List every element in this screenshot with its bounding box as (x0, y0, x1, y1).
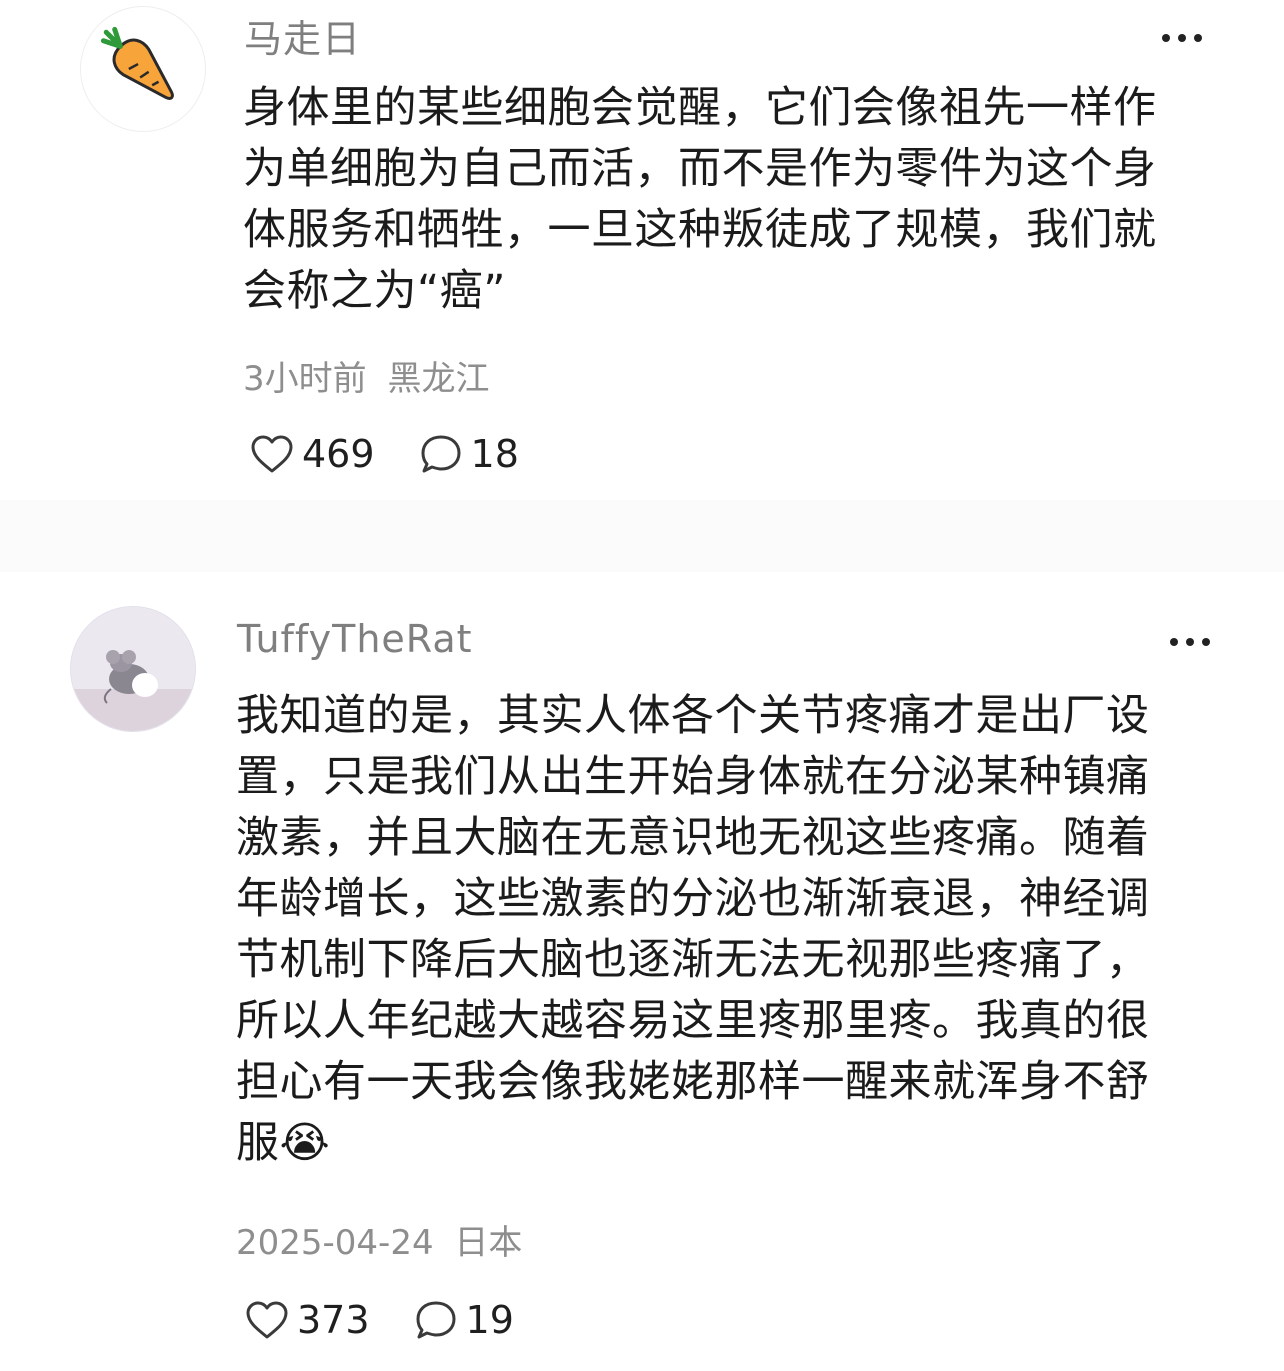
comment-line: 置，只是我们从出生开始身体就在分泌某种镇痛 (236, 752, 1150, 802)
heart-outline-icon (251, 435, 293, 473)
action-bar: 373 19 (245, 1298, 558, 1342)
card-divider (0, 500, 1284, 572)
like-count: 469 (302, 432, 375, 476)
username[interactable]: TuffyTheRat (237, 620, 473, 658)
reply-button[interactable]: 19 (414, 1299, 514, 1341)
location: 日本 (454, 1223, 523, 1263)
like-count: 373 (297, 1298, 370, 1342)
comment-line: 年龄增长，这些激素的分泌也渐渐衰退，神经调 (236, 874, 1150, 924)
comment-line: 我知道的是，其实人体各个关节疼痛才是出厂设 (236, 691, 1150, 741)
comment-line: 服😭 (236, 1118, 331, 1168)
comment-line: 担心有一天我会像我姥姥那样一醒来就浑身不舒 (236, 1057, 1150, 1107)
speech-bubble-icon (416, 1301, 456, 1339)
carrot-icon (100, 26, 174, 100)
comment-line: 身体里的某些细胞会觉醒，它们会像祖先一样作 (243, 83, 1157, 133)
avatar[interactable] (70, 606, 196, 732)
comment-card: TuffyTheRat 我知道的是，其实人体各个关节疼痛才是出厂设 置，只是我们… (50, 572, 1234, 1362)
timestamp: 3小时前 (243, 359, 367, 399)
comment-line: 会称之为“癌” (243, 266, 507, 316)
comment-line: 所以人年纪越大越容易这里疼那里疼。我真的很 (236, 996, 1150, 1046)
comment-meta: 3小时前 黑龙江 (243, 362, 489, 396)
username[interactable]: 马走日 (244, 20, 361, 58)
timestamp: 2025-04-24 (236, 1223, 434, 1263)
more-dots-icon[interactable] (1160, 31, 1204, 43)
comment-line: 节机制下降后大脑也逐渐无法无视那些疼痛了， (236, 935, 1150, 985)
reply-count: 19 (465, 1298, 514, 1342)
like-button[interactable]: 373 (245, 1300, 370, 1340)
reply-button[interactable]: 18 (419, 433, 519, 475)
avatar[interactable] (80, 6, 206, 132)
comment-text: 身体里的某些细胞会觉醒，它们会像祖先一样作 为单细胞为自己而活，而不是作为零件为… (243, 78, 1203, 322)
comment-line: 激素，并且大脑在无意识地无视这些疼痛。随着 (236, 813, 1150, 863)
more-dots-icon[interactable] (1168, 635, 1212, 647)
comment-meta: 2025-04-24 日本 (236, 1226, 522, 1260)
reply-count: 18 (470, 432, 519, 476)
heart-outline-icon (246, 1301, 288, 1339)
comment-text: 我知道的是，其实人体各个关节疼痛才是出厂设 置，只是我们从出生开始身体就在分泌某… (236, 686, 1216, 1174)
location: 黑龙江 (387, 359, 490, 399)
comment-line: 为单细胞为自己而活，而不是作为零件为这个身 (243, 144, 1157, 194)
comment-card: 马走日 身体里的某些细胞会觉醒，它们会像祖先一样作 为单细胞为自己而活，而不是作… (50, 0, 1234, 500)
like-button[interactable]: 469 (250, 434, 375, 474)
tuffy-mouse-icon (71, 607, 195, 731)
comment-line: 体服务和牺牲，一旦这种叛徒成了规模，我们就 (243, 205, 1157, 255)
speech-bubble-icon (421, 435, 461, 473)
action-bar: 469 18 (250, 432, 563, 476)
